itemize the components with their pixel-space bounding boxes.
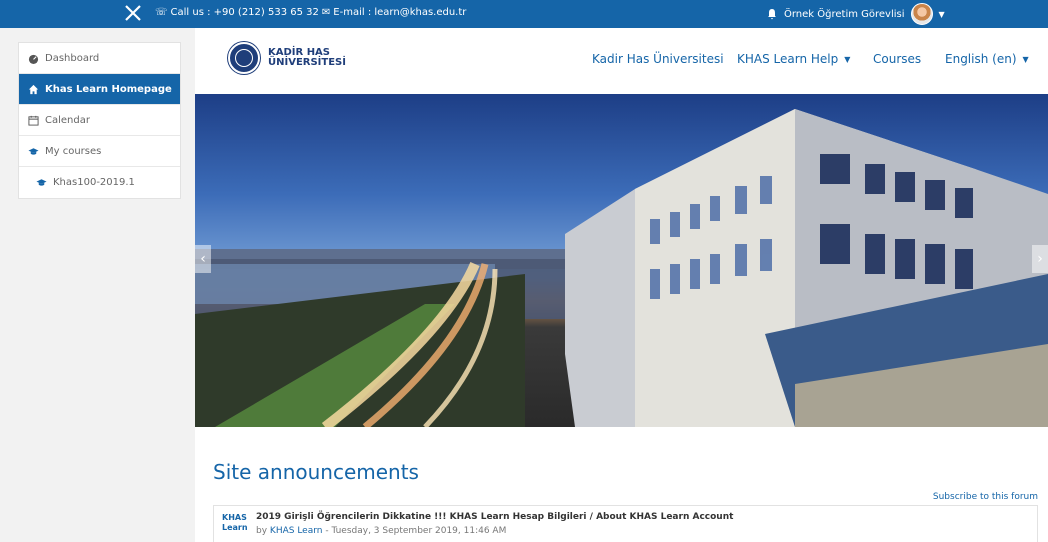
site-header: KADİR HAS ÜNİVERSİTESİ Kadir Has Ünivers…	[195, 28, 1048, 94]
sidebar-item-label: My courses	[45, 145, 102, 157]
main-content: Site announcements Subscribe to this for…	[195, 427, 1048, 542]
contact-info: ☏ Call us : +90 (212) 533 65 32 ✉ E-mail…	[155, 7, 466, 18]
nav-university-label: Kadir Has Üniversitesi	[592, 52, 724, 66]
logo-text: KADİR HAS ÜNİVERSİTESİ	[268, 48, 346, 68]
avatar-line-1: KHAS	[222, 513, 247, 522]
post-author-link[interactable]: KHAS Learn	[270, 526, 323, 536]
sidebar-nav: Dashboard Khas Learn Homepage Calendar M…	[18, 42, 181, 199]
user-menu[interactable]: Örnek Öğretim Görevlisi ▼	[766, 3, 945, 25]
sidebar-item-my-courses[interactable]: My courses	[19, 136, 180, 167]
nav-help-label: KHAS Learn Help	[737, 52, 839, 66]
subscribe-link[interactable]: Subscribe to this forum	[933, 492, 1038, 502]
chevron-down-icon[interactable]: ▼	[939, 10, 945, 19]
avatar[interactable]	[910, 3, 933, 25]
sidebar-item-khas-learn-homepage[interactable]: Khas Learn Homepage	[19, 74, 180, 105]
hero-carousel: ‹ ›	[195, 94, 1048, 427]
nav-language-label: English (en)	[945, 52, 1017, 66]
top-bar: ☏ Call us : +90 (212) 533 65 32 ✉ E-mail…	[0, 0, 1048, 28]
sidebar-item-calendar[interactable]: Calendar	[19, 105, 180, 136]
carousel-next-button[interactable]: ›	[1032, 245, 1048, 273]
sidebar-item-dashboard[interactable]: Dashboard	[19, 43, 180, 74]
nav-courses-label: Courses	[873, 52, 922, 66]
caret-down-icon: ▼	[844, 54, 851, 64]
sidebar-item-label: Khas100-2019.1	[53, 177, 135, 188]
nav-university-link[interactable]: Kadir Has Üniversitesi	[592, 52, 724, 66]
envelope-icon: ✉	[321, 7, 331, 18]
campus-photo	[195, 109, 1048, 427]
close-icon[interactable]	[122, 2, 144, 24]
university-seal-icon	[228, 42, 260, 74]
post-meta: by KHAS Learn - Tuesday, 3 September 201…	[256, 526, 506, 536]
bell-icon[interactable]	[766, 8, 778, 20]
graduation-cap-icon	[36, 179, 47, 186]
user-name[interactable]: Örnek Öğretim Görevlisi	[784, 9, 905, 20]
home-icon	[28, 84, 39, 94]
dashboard-icon	[28, 54, 39, 64]
author-avatar[interactable]: KHAS Learn	[222, 513, 248, 533]
calendar-icon	[28, 115, 39, 126]
sidebar-item-label: Dashboard	[45, 52, 100, 64]
post-by: by	[256, 526, 268, 536]
post-date: - Tuesday, 3 September 2019, 11:46 AM	[325, 526, 507, 536]
university-logo[interactable]: KADİR HAS ÜNİVERSİTESİ	[228, 42, 346, 74]
sidebar-item-label: Khas Learn Homepage	[45, 83, 172, 95]
sidebar-item-label: Calendar	[45, 114, 90, 126]
contact-phone: Call us : +90 (212) 533 65 32	[170, 7, 319, 18]
avatar-line-2: Learn	[222, 523, 248, 532]
phone-icon: ☏	[155, 7, 168, 18]
announcement-post: KHAS Learn 2019 Girişli Öğrencilerin Dik…	[213, 505, 1038, 542]
section-heading: Site announcements	[213, 460, 419, 484]
post-title[interactable]: 2019 Girişli Öğrencilerin Dikkatine !!! …	[256, 512, 733, 522]
nav-courses-link[interactable]: Courses	[873, 52, 921, 66]
graduation-cap-icon	[28, 147, 39, 155]
contact-email: E-mail : learn@khas.edu.tr	[333, 7, 467, 18]
logo-line-2: ÜNİVERSİTESİ	[268, 57, 346, 68]
carousel-prev-button[interactable]: ‹	[195, 245, 211, 273]
nav-help-dropdown[interactable]: KHAS Learn Help ▼	[737, 52, 850, 66]
nav-language-dropdown[interactable]: English (en) ▼	[945, 52, 1029, 66]
sidebar-item-course[interactable]: Khas100-2019.1	[19, 167, 180, 198]
caret-down-icon: ▼	[1022, 54, 1029, 64]
